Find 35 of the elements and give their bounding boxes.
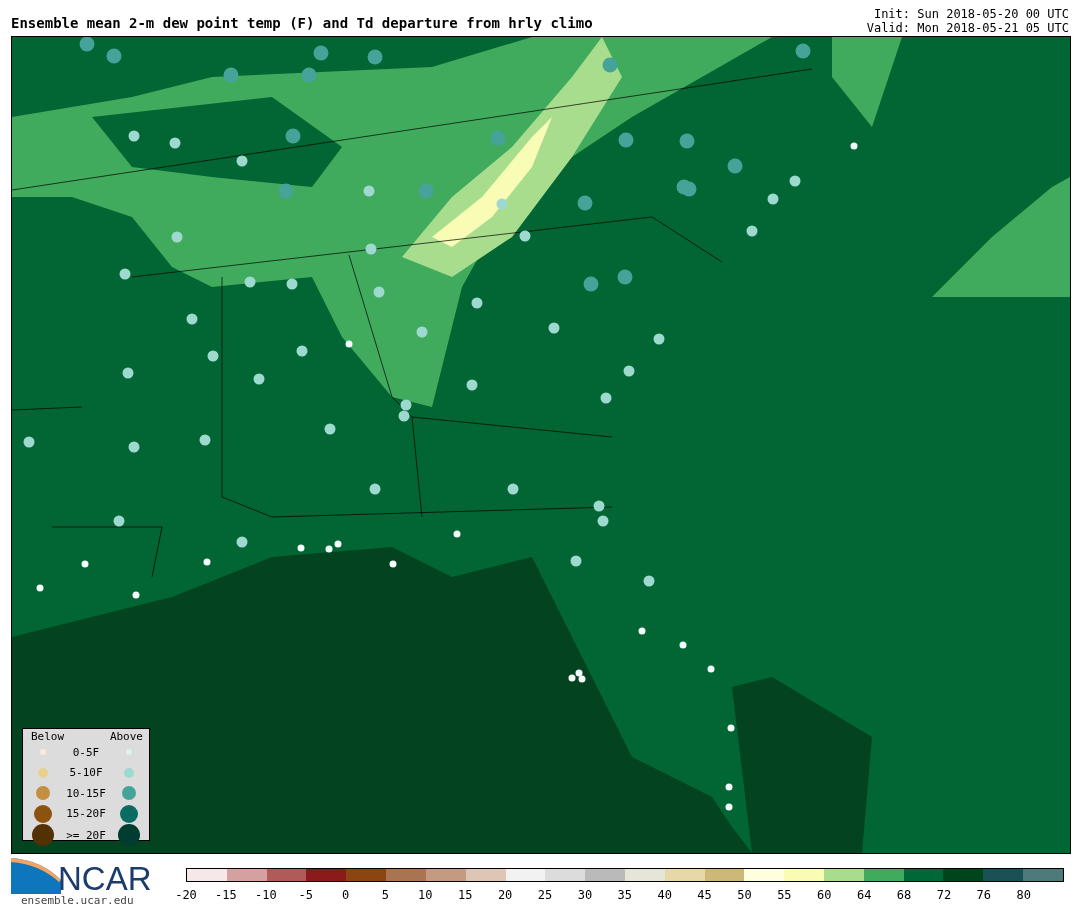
init-time: Init: Sun 2018-05-20 00 UTC bbox=[872, 7, 1069, 21]
logo-swoosh-icon bbox=[11, 858, 61, 894]
legend-label: 5-10F bbox=[68, 766, 104, 780]
scale-tick-label: 80 bbox=[1016, 888, 1031, 902]
chart-title: Ensemble mean 2-m dew point temp (F) and Td departure from hrly climo bbox=[11, 15, 593, 33]
scale-tick-label: 40 bbox=[657, 888, 672, 902]
logo-text: NCAR bbox=[58, 864, 152, 894]
scale-tick-label: 25 bbox=[537, 888, 553, 902]
scale-tick-label: 0 bbox=[341, 888, 350, 902]
scale-tick-label: 30 bbox=[577, 888, 593, 902]
legend-heading: Above bbox=[109, 729, 143, 743]
scale-tick-label: -20 bbox=[175, 888, 197, 902]
scale-tick-label: -10 bbox=[254, 888, 277, 902]
scale-tick-label: 64 bbox=[856, 888, 872, 902]
scale-tick-label: -5 bbox=[298, 888, 313, 902]
legend-label: 15-20F bbox=[65, 807, 107, 821]
scale-tick-label: 15 bbox=[458, 888, 473, 902]
scale-tick-label: 45 bbox=[697, 888, 712, 902]
legend-heading: Below bbox=[31, 729, 65, 743]
scale-tick-label: 60 bbox=[817, 888, 832, 902]
scale-tick-label: 10 bbox=[418, 888, 433, 902]
legend-label: 10-15F bbox=[65, 786, 107, 800]
scale-tick-label: 20 bbox=[497, 888, 513, 902]
scale-tick-label: 50 bbox=[737, 888, 752, 902]
legend-label: 0-5F bbox=[71, 745, 101, 759]
scale-tick-label: 55 bbox=[777, 888, 792, 902]
scale-tick-label: 5 bbox=[381, 888, 390, 902]
website-url: ensemble.ucar.edu bbox=[21, 894, 135, 907]
valid-time: Valid: Mon 2018-05-21 05 UTC bbox=[866, 21, 1069, 35]
scale-tick-label: 72 bbox=[936, 888, 952, 902]
scale-tick-label: 35 bbox=[617, 888, 632, 902]
scale-tick-label: -15 bbox=[215, 888, 237, 902]
legend-label: >= 20F bbox=[65, 828, 107, 842]
scale-tick-label: 68 bbox=[896, 888, 912, 902]
scale-tick-label: 76 bbox=[976, 888, 992, 902]
